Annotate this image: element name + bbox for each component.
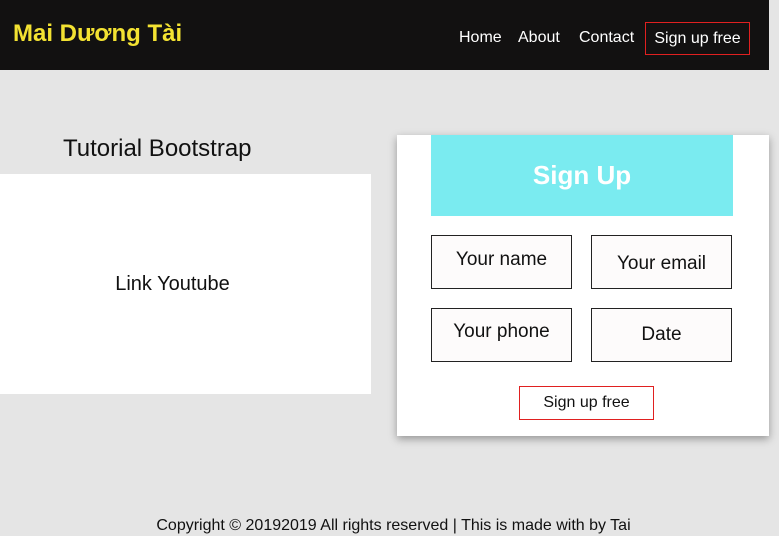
signup-heading: Sign Up bbox=[431, 135, 733, 216]
nav-link-about[interactable]: About bbox=[518, 28, 560, 48]
youtube-link[interactable]: Link Youtube bbox=[115, 273, 230, 296]
email-input[interactable] bbox=[591, 235, 732, 289]
date-input[interactable] bbox=[591, 308, 732, 362]
signup-card: Sign Up Sign up free bbox=[397, 135, 769, 436]
phone-input[interactable] bbox=[431, 308, 572, 362]
nav-link-home[interactable]: Home bbox=[459, 28, 502, 48]
signup-submit-button[interactable]: Sign up free bbox=[519, 386, 654, 420]
nav-signup-button[interactable]: Sign up free bbox=[645, 22, 750, 55]
footer-copyright: Copyright © 20192019 All rights reserved… bbox=[156, 517, 631, 534]
navbar: Mai Dương Tài Home About Contact Sign up… bbox=[0, 0, 769, 70]
tutorial-title: Tutorial Bootstrap bbox=[63, 135, 252, 162]
brand-logo-text[interactable]: Mai Dương Tài bbox=[13, 19, 182, 49]
video-box: Link Youtube bbox=[0, 174, 371, 394]
nav-link-contact[interactable]: Contact bbox=[579, 28, 634, 48]
name-input[interactable] bbox=[431, 235, 572, 289]
